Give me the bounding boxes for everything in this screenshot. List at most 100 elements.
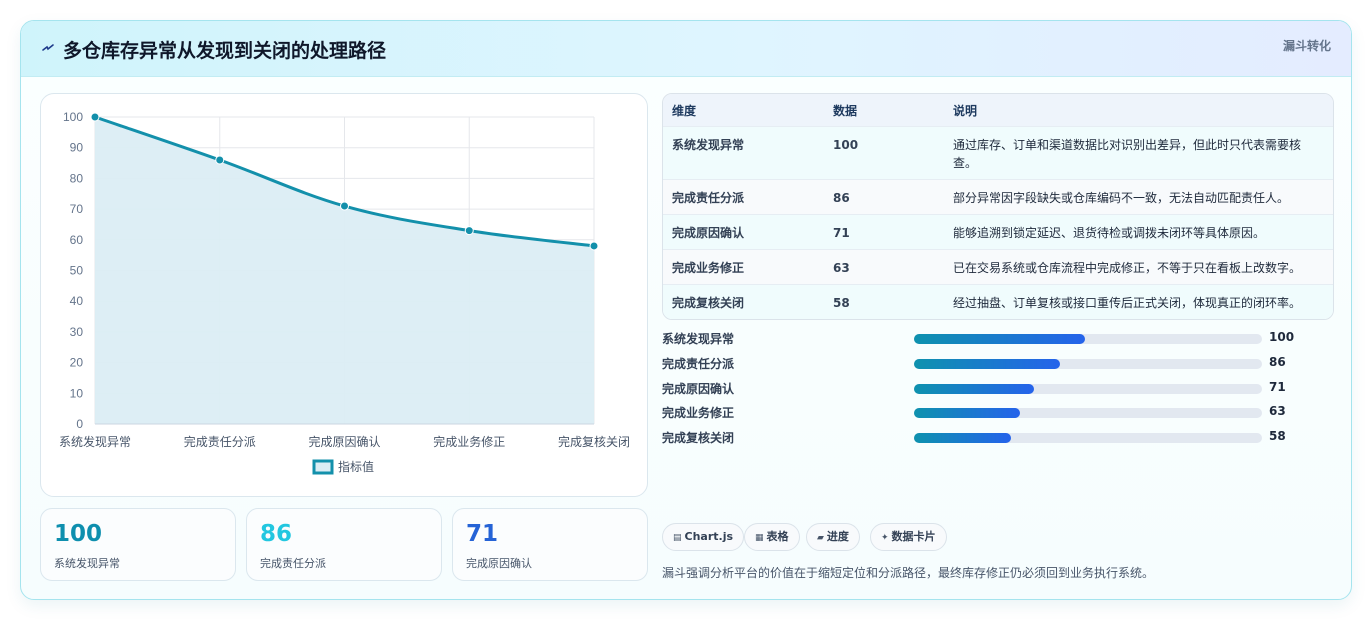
table-cell: 完成原因确认	[672, 226, 745, 240]
stat-card: 86 完成责任分派	[246, 508, 442, 581]
progress-label: 完成责任分派	[662, 356, 735, 371]
progress-fill	[914, 358, 1061, 369]
progress-row: 系统发现异常 100	[662, 330, 1322, 348]
progress-icon: ▰	[817, 533, 824, 543]
data-point	[90, 112, 100, 122]
stat-value: 71	[466, 521, 499, 547]
stat-label: 完成原因确认	[466, 557, 532, 570]
y-tick-label: 30	[70, 325, 84, 339]
progress-track	[914, 358, 1262, 369]
table-row: 完成原因确认 71 能够追溯到锁定延迟、退货待检或调拨未闭环等具体原因。	[663, 215, 1333, 250]
x-tick-label: 完成责任分派	[184, 434, 256, 449]
table-cell: 部分异常因字段缺失或仓库编码不一致，无法自动匹配责任人。	[953, 191, 1290, 205]
card-header: 多仓库存异常从发现到关闭的处理路径 漏斗转化	[21, 21, 1351, 77]
chip-progress[interactable]: ▰ 进度	[806, 523, 860, 551]
progress-row: 完成责任分派 86	[662, 355, 1322, 373]
progress-fill	[914, 334, 1085, 344]
line-chart: 0 10 20 30 40 50 60 70 80 90 100 系统发现异常 完成责任分派 完成原因确认…	[59, 110, 630, 475]
progress-label: 完成原因确认	[662, 381, 735, 396]
table-cell: 已在交易系统或仓库流程中完成修正，不等于只在看板上改数字。	[953, 261, 1302, 275]
progress-value: 63	[1269, 404, 1286, 419]
stat-card: 100 系统发现异常	[40, 508, 236, 581]
table-cell: 系统发现异常	[672, 138, 745, 152]
x-tick-label: 完成业务修正	[433, 434, 505, 449]
chip-chartjs[interactable]: ▤ Chart.js	[662, 523, 745, 551]
progress-track	[914, 408, 1262, 419]
chart-icon: ▤	[673, 533, 682, 543]
data-point	[340, 201, 349, 211]
line-chart-panel: 0 10 20 30 40 50 60 70 80 90 100 系统发现异常 完成责任分派 完成原因确认…	[40, 93, 648, 497]
legend-swatch	[312, 459, 334, 475]
progress-fill	[914, 408, 1021, 419]
chip-label: Chart.js	[684, 530, 734, 543]
y-tick-label: 60	[70, 233, 84, 247]
data-point	[589, 241, 599, 251]
y-tick-label: 0	[76, 417, 83, 431]
progress-track	[914, 383, 1262, 394]
y-tick-label: 80	[70, 171, 84, 185]
table-cell: 经过抽盘、订单复核或接口重传后正式关闭，体现真正的闭环率。	[953, 296, 1302, 310]
chip-label: 进度	[826, 530, 849, 543]
table-cell: 完成业务修正	[672, 261, 745, 275]
progress-label: 完成业务修正	[662, 406, 735, 421]
table-header-cell: 说明	[953, 104, 978, 118]
chip-data-card[interactable]: ✦ 数据卡片	[870, 523, 947, 551]
progress-row: 完成复核关闭 58	[662, 429, 1322, 447]
stat-value: 86	[260, 521, 293, 547]
progress-value: 71	[1269, 379, 1286, 394]
table-header-row: 维度 数据 说明	[663, 94, 1333, 127]
table-cell: 完成责任分派	[672, 191, 745, 205]
y-tick-label: 40	[70, 294, 84, 308]
table-row: 系统发现异常 100 通过库存、订单和渠道数据比对识别出差异，但此时只代表需要核…	[663, 127, 1333, 180]
progress-label: 系统发现异常	[662, 332, 735, 346]
y-tick-label: 50	[70, 264, 84, 278]
table-row: 完成业务修正 63 已在交易系统或仓库流程中完成修正，不等于只在看板上改数字。	[663, 250, 1333, 285]
x-tick-label: 完成复核关闭	[558, 434, 630, 449]
table-cell: 86	[833, 191, 850, 205]
progress-label: 完成复核关闭	[662, 431, 735, 446]
progress-value: 100	[1269, 330, 1295, 344]
table-cell: 完成复核关闭	[672, 296, 745, 310]
progress-fill	[914, 433, 1012, 444]
data-table: 维度 数据 说明 系统发现异常 100 通过库存、订单和渠道数据比对识别出差异，…	[662, 93, 1334, 320]
dashboard-card: 多仓库存异常从发现到关闭的处理路径 漏斗转化 0 10 20 30 40 50 60 70 80…	[20, 20, 1352, 600]
x-tick-label: 完成原因确认	[308, 434, 380, 449]
y-tick-label: 70	[70, 202, 84, 216]
table-cell: 100	[833, 138, 859, 152]
table-header-cell: 维度	[672, 104, 697, 118]
progress-track	[914, 433, 1262, 444]
y-tick-label: 90	[70, 141, 84, 155]
stat-value: 100	[54, 521, 103, 547]
progress-fill	[914, 383, 1035, 394]
footnote: 漏斗强调分析平台的价值在于缩短定位和分派路径，最终库存修正仍必须回到业务执行系统…	[662, 566, 1155, 580]
spark-icon: ✦	[881, 533, 889, 543]
progress-row: 完成原因确认 71	[662, 380, 1322, 398]
chip-table[interactable]: ▦ 表格	[744, 523, 800, 551]
y-tick-label: 20	[70, 356, 84, 370]
page-title: 多仓库存异常从发现到关闭的处理路径	[63, 40, 387, 62]
lightning-icon	[42, 44, 54, 51]
stat-label: 完成责任分派	[260, 557, 326, 570]
progress-row: 完成业务修正 63	[662, 404, 1322, 422]
table-row: 完成责任分派 86 部分异常因字段缺失或仓库编码不一致，无法自动匹配责任人。	[663, 180, 1333, 215]
table-cell: 58	[833, 296, 850, 310]
chart-type-tag: 漏斗转化	[1282, 39, 1331, 53]
table-icon: ▦	[755, 533, 764, 543]
table-header-cell: 数据	[833, 104, 858, 118]
table-cell: 71	[833, 226, 850, 240]
chip-label: 表格	[766, 530, 789, 543]
stat-label: 系统发现异常	[54, 557, 120, 570]
table-cell: 能够追溯到锁定延迟、退货待检或调拨未闭环等具体原因。	[953, 226, 1266, 240]
table-cell: 63	[833, 261, 850, 275]
data-point	[464, 226, 474, 236]
progress-value: 58	[1269, 429, 1286, 444]
progress-value: 86	[1269, 354, 1286, 369]
table-cell: 通过库存、订单和渠道数据比对识别出差异，但此时只代表需要核查。	[953, 138, 1302, 170]
chip-label: 数据卡片	[891, 530, 936, 543]
data-point	[215, 155, 225, 165]
progress-track	[914, 334, 1262, 344]
y-tick-label: 100	[63, 110, 83, 124]
stat-card: 71 完成原因确认	[452, 508, 648, 581]
x-tick-label: 系统发现异常	[59, 434, 131, 449]
table-row: 完成复核关闭 58 经过抽盘、订单复核或接口重传后正式关闭，体现真正的闭环率。	[663, 285, 1333, 319]
